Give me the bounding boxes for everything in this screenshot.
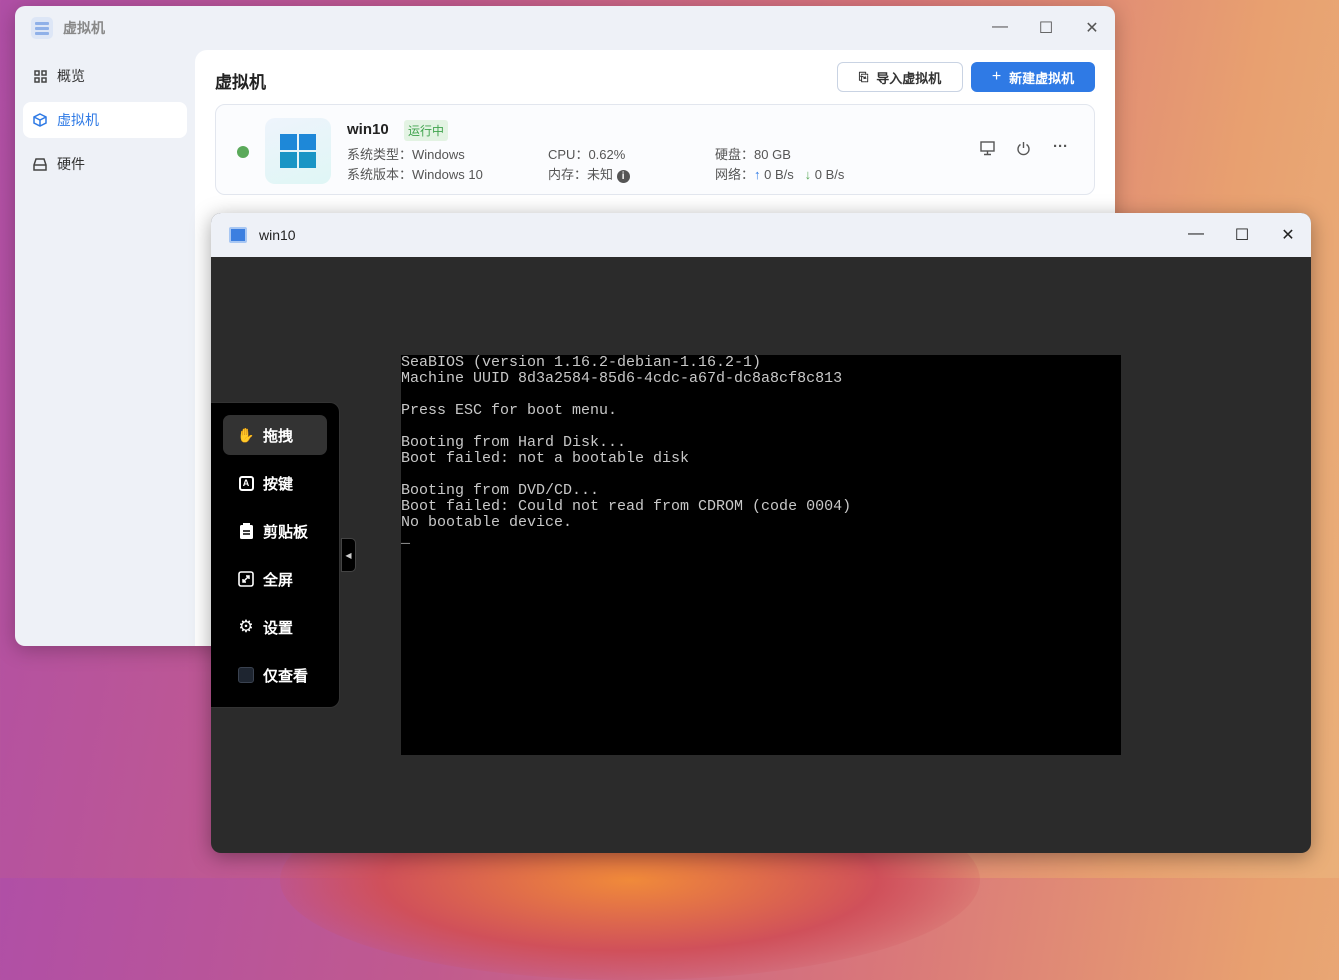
power-icon[interactable]	[1016, 141, 1031, 160]
memory-usage: 内存：未知 i	[548, 164, 630, 183]
caret-left-icon: ◀	[345, 550, 352, 560]
console-toolbar: ✋ 拖拽 A 按键 剪贴板 全屏 ⚙ 设置 仅查看	[211, 402, 340, 708]
keyboard-key-icon: A	[238, 475, 254, 491]
view-only-checkbox[interactable]: 仅查看	[223, 655, 327, 695]
vm-card[interactable]: win10 运行中 系统类型：Windows 系统版本：Windows 10 C…	[215, 104, 1095, 195]
status-dot	[237, 146, 249, 158]
grid-icon	[33, 69, 47, 83]
drag-button[interactable]: ✋ 拖拽	[223, 415, 327, 455]
sidebar: 概览 虚拟机 硬件	[23, 58, 187, 190]
more-icon[interactable]: ···	[1053, 138, 1068, 155]
cube-icon	[33, 113, 47, 127]
fullscreen-icon	[238, 571, 254, 587]
console-line: Booting from Hard Disk...	[401, 434, 627, 451]
minimize-button[interactable]: —	[1186, 225, 1206, 243]
hand-icon: ✋	[237, 426, 255, 443]
clipboard-icon	[238, 523, 254, 539]
checkbox[interactable]	[238, 667, 254, 683]
console-line: Press ESC for boot menu.	[401, 402, 618, 419]
minimize-button[interactable]: —	[990, 18, 1010, 36]
cpu-usage: CPU：0.62%	[548, 147, 626, 162]
close-button[interactable]: ✕	[1278, 225, 1298, 245]
network-speed: 网络：↑ 0 B/s ↓ 0 B/s	[715, 167, 845, 182]
settings-button[interactable]: ⚙ 设置	[223, 607, 327, 647]
console-line: Booting from DVD/CD...	[401, 482, 600, 499]
close-button[interactable]: ✕	[1082, 18, 1102, 38]
sidebar-item-label: 硬件	[57, 156, 85, 172]
info-icon[interactable]: i	[616, 170, 630, 183]
console-line: Boot failed: Could not read from CDROM (…	[401, 498, 852, 515]
page-title: 虚拟机	[215, 73, 266, 92]
sidebar-item-label: 概览	[57, 68, 85, 84]
console-line: Boot failed: not a bootable disk	[401, 450, 690, 467]
vm-name: win10	[347, 121, 389, 138]
sidebar-item-vms[interactable]: 虚拟机	[23, 102, 187, 138]
gear-icon: ⚙	[238, 617, 254, 636]
clipboard-button[interactable]: 剪贴板	[223, 511, 327, 551]
maximize-button[interactable]: ☐	[1232, 225, 1252, 245]
maximize-button[interactable]: ☐	[1036, 18, 1056, 38]
arrow-up-icon: ↑	[754, 167, 765, 182]
windows-logo-icon	[265, 118, 331, 184]
console-line: _	[401, 530, 411, 547]
sidebar-item-overview[interactable]: 概览	[23, 58, 187, 94]
import-label: 导入虚拟机	[876, 70, 942, 86]
console-line: Machine UUID 8d3a2584-85d6-4cdc-a67d-dc8…	[401, 370, 843, 387]
os-version: 系统版本：Windows 10	[347, 167, 483, 182]
console-title-bar: win10 — ☐ ✕	[211, 213, 1311, 257]
disk-size: 硬盘：80 GB	[715, 147, 791, 162]
sidebar-item-label: 虚拟机	[57, 112, 99, 128]
collapse-toolbar-handle[interactable]: ◀	[341, 538, 356, 572]
new-label: 新建虚拟机	[1009, 70, 1075, 86]
fullscreen-button[interactable]: 全屏	[223, 559, 327, 599]
import-vm-button[interactable]: ⎘ 导入虚拟机	[837, 62, 963, 92]
status-badge: 运行中	[404, 120, 449, 141]
keys-button[interactable]: A 按键	[223, 463, 327, 503]
console-title: win10	[259, 227, 296, 243]
os-type: 系统类型：Windows	[347, 147, 465, 162]
plus-icon: +	[991, 68, 1002, 85]
drive-icon	[33, 157, 47, 171]
new-vm-button[interactable]: + 新建虚拟机	[971, 62, 1095, 92]
sidebar-item-hardware[interactable]: 硬件	[23, 146, 187, 182]
arrow-down-icon: ↓	[804, 167, 815, 182]
file-import-icon: ⎘	[858, 69, 869, 84]
window-title: 虚拟机	[63, 20, 105, 36]
vm-console-window: win10 — ☐ ✕ SeaBIOS (version 1.16.2-debi…	[211, 213, 1311, 853]
console-line: No bootable device.	[401, 514, 573, 531]
monitor-icon[interactable]	[980, 141, 995, 160]
vm-screen[interactable]: SeaBIOS (version 1.16.2-debian-1.16.2-1)…	[401, 355, 1121, 755]
app-icon	[31, 17, 53, 39]
console-line: SeaBIOS (version 1.16.2-debian-1.16.2-1)	[401, 354, 762, 371]
monitor-app-icon	[229, 227, 247, 243]
title-bar: 虚拟机 — ☐ ✕	[15, 6, 1115, 50]
